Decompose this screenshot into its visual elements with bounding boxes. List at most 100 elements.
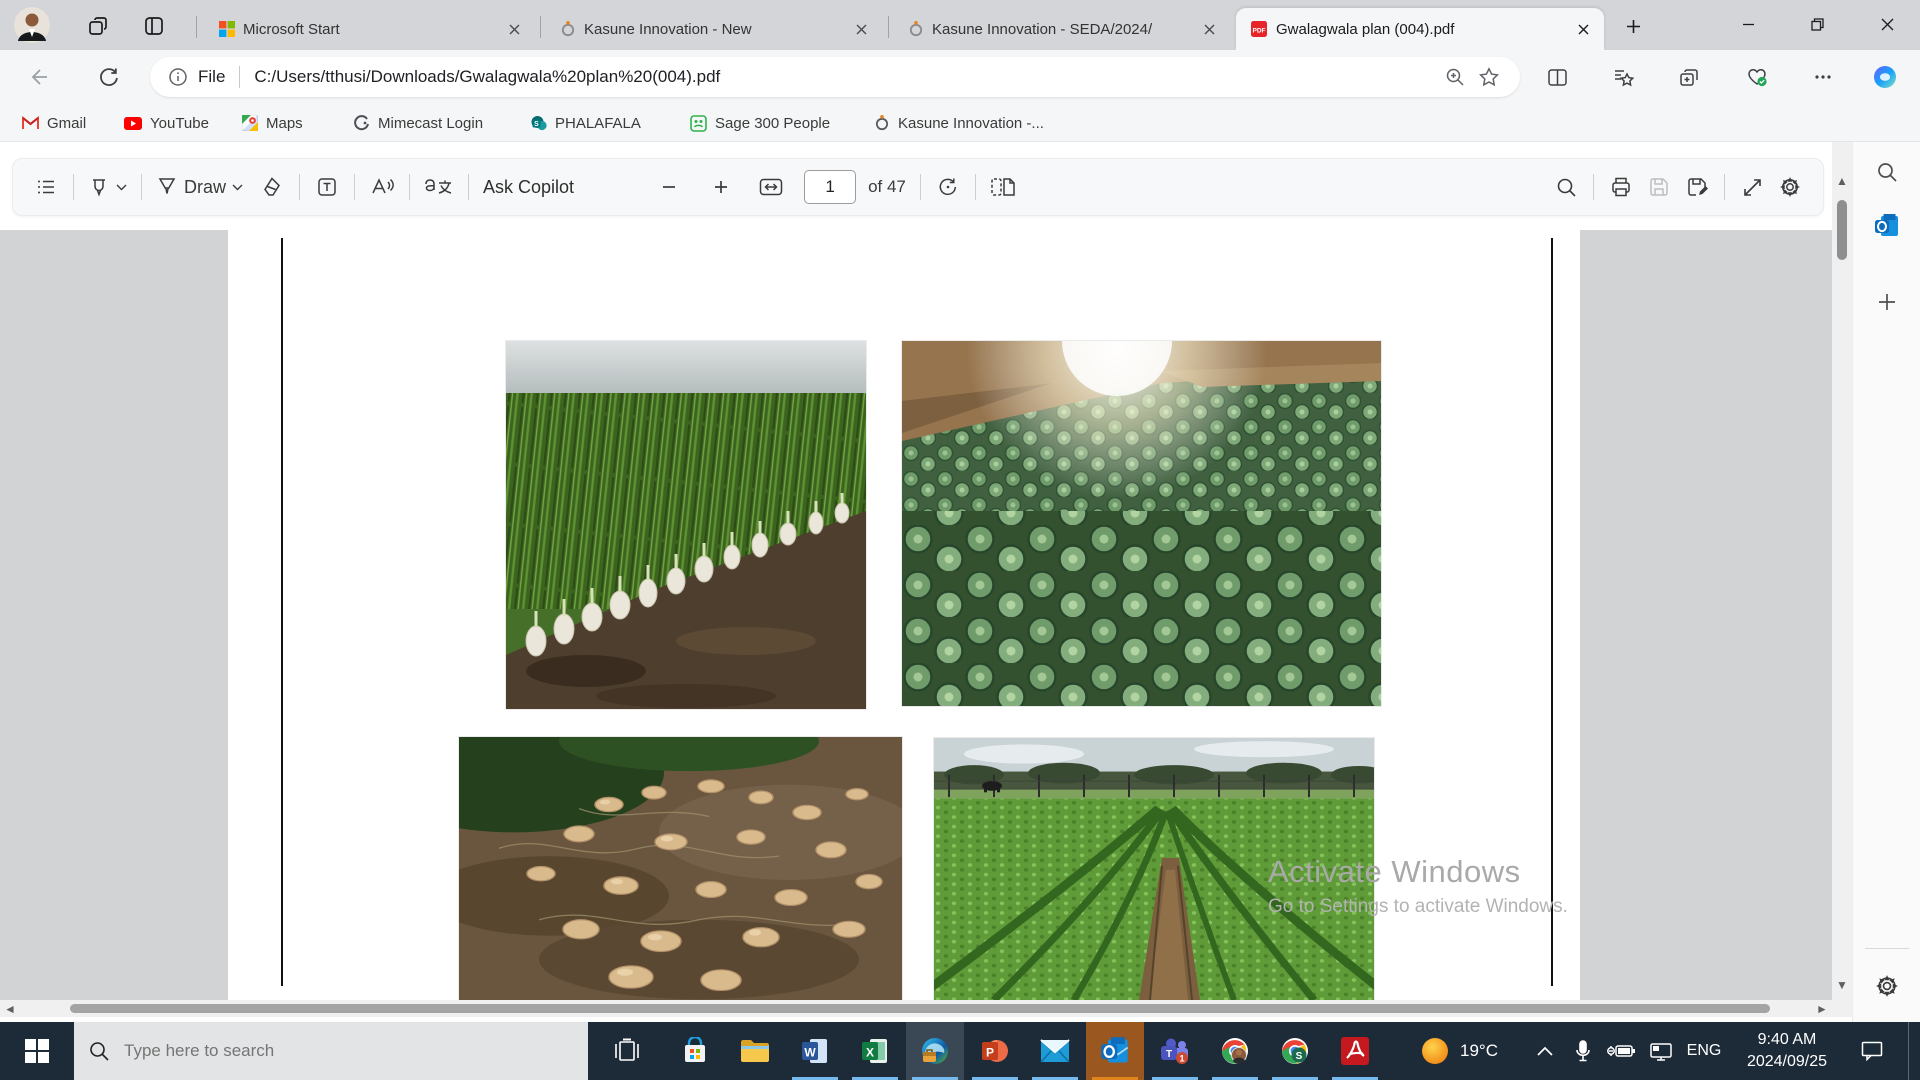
close-window-button[interactable] [1857, 0, 1917, 48]
new-tab-button[interactable] [1620, 13, 1646, 39]
profile-avatar[interactable] [14, 7, 50, 48]
read-aloud-button[interactable] [363, 168, 401, 206]
tab-kasune-seda[interactable]: Kasune Innovation - SEDA/2024/ [894, 8, 1230, 50]
tab-microsoft-start[interactable]: Microsoft Start [205, 8, 535, 50]
refresh-button[interactable] [92, 60, 126, 94]
split-screen-button[interactable] [1540, 60, 1574, 94]
scroll-up-arrow[interactable]: ▲ [1836, 174, 1848, 188]
page-number-input[interactable]: 1 [804, 170, 856, 204]
onion-field-photo [506, 341, 866, 709]
zoom-in-button[interactable] [702, 168, 740, 206]
horizontal-scroll-thumb[interactable] [70, 1004, 1770, 1013]
heart-check-icon [1746, 66, 1768, 88]
page-view-button[interactable] [984, 168, 1022, 206]
translate-button[interactable] [418, 168, 460, 206]
close-tab-icon[interactable] [1572, 18, 1594, 40]
address-bar[interactable]: File C:/Users/tthusi/Downloads/Gwalagwal… [150, 57, 1520, 97]
favorites-hub-button[interactable] [1606, 60, 1640, 94]
taskbar-edge-work-app[interactable] [906, 1022, 964, 1080]
taskbar-excel-app[interactable]: X [846, 1022, 904, 1080]
restore-button[interactable] [1787, 0, 1847, 48]
close-tab-icon[interactable] [850, 18, 872, 40]
leafy-greens-field-photo [934, 738, 1374, 1000]
taskbar-mail-app[interactable] [1026, 1022, 1084, 1080]
sidebar-add-button[interactable] [1869, 284, 1905, 320]
bookmark-sage[interactable]: Sage 300 People [684, 109, 836, 137]
bookmark-youtube[interactable]: YouTube [118, 109, 215, 137]
taskbar-outlook-app[interactable] [1086, 1022, 1144, 1080]
zoom-in-page-icon[interactable] [1438, 60, 1472, 94]
action-center-button[interactable] [1850, 1022, 1894, 1080]
page-info-icon[interactable] [168, 67, 188, 87]
zoom-out-button[interactable] [650, 168, 688, 206]
windows-logo-icon [24, 1038, 50, 1064]
bookmark-phalafala[interactable]: S PHALAFALA [524, 109, 647, 137]
task-view-button[interactable] [598, 1022, 656, 1080]
scroll-left-arrow[interactable]: ◄ [4, 1002, 16, 1016]
taskbar-powerpoint-app[interactable]: P [966, 1022, 1024, 1080]
taskbar-word-app[interactable]: W [786, 1022, 844, 1080]
language-indicator[interactable]: ENG [1682, 1022, 1726, 1080]
taskbar-store-app[interactable] [666, 1022, 724, 1080]
erase-button[interactable] [253, 168, 291, 206]
add-text-button[interactable] [308, 168, 346, 206]
battery-tray-icon[interactable] [1602, 1022, 1640, 1080]
taskbar-search-box[interactable] [74, 1022, 588, 1080]
pdf-search-button[interactable] [1547, 168, 1585, 206]
taskbar-chrome-profile2-app[interactable]: S [1266, 1022, 1324, 1080]
pdf-viewer-container: Draw [0, 142, 1852, 1022]
taskbar-search-input[interactable] [124, 1041, 544, 1061]
rotate-button[interactable] [929, 168, 967, 206]
pdf-menu-button[interactable] [27, 168, 65, 206]
tab-actions-button[interactable] [84, 12, 112, 40]
taskbar-teams-app[interactable]: T 1 [1146, 1022, 1204, 1080]
scroll-right-arrow[interactable]: ► [1816, 1002, 1828, 1016]
divider [409, 174, 410, 200]
pdf-settings-button[interactable] [1771, 168, 1809, 206]
bookmark-maps[interactable]: Maps [236, 109, 309, 137]
print-button[interactable] [1602, 168, 1640, 206]
sidebar-outlook-button[interactable] [1869, 208, 1905, 244]
bookmark-label: Mimecast Login [378, 115, 483, 132]
tab-title: Kasune Innovation - SEDA/2024/ [932, 21, 1190, 38]
bookmark-kasune[interactable]: Kasune Innovation -... [868, 109, 1050, 137]
collections-button[interactable] [1672, 60, 1706, 94]
clock-tray[interactable]: 9:40 AM 2024/09/25 [1728, 1022, 1846, 1080]
pdf-document-area[interactable]: Activate Windows Go to Settings to activ… [0, 230, 1832, 1000]
copilot-button[interactable] [1868, 60, 1902, 94]
bookmark-mimecast[interactable]: Mimecast Login [348, 109, 489, 137]
close-tab-icon[interactable] [1198, 18, 1220, 40]
taskbar-chrome-profile1-app[interactable] [1206, 1022, 1264, 1080]
back-button[interactable] [22, 60, 56, 94]
close-tab-icon[interactable] [503, 18, 525, 40]
tab-gwalagwala-pdf[interactable]: PDF Gwalagwala plan (004).pdf [1236, 8, 1604, 50]
sidebar-search-button[interactable] [1869, 154, 1905, 190]
sidebar-settings-button[interactable] [1869, 968, 1905, 1004]
fullscreen-button[interactable] [1733, 168, 1771, 206]
settings-more-button[interactable] [1806, 60, 1840, 94]
taskbar-file-explorer-app[interactable] [726, 1022, 784, 1080]
microphone-tray-icon[interactable] [1566, 1022, 1600, 1080]
highlight-button[interactable] [82, 168, 133, 206]
vertical-tabs-button[interactable] [140, 12, 168, 40]
start-button[interactable] [8, 1022, 66, 1080]
vertical-scrollbar[interactable]: ▲ ▼ [1832, 142, 1852, 1017]
tab-kasune-new[interactable]: Kasune Innovation - New [546, 8, 882, 50]
favorite-star-icon[interactable] [1472, 60, 1506, 94]
bookmark-gmail[interactable]: Gmail [16, 109, 92, 137]
taskbar-weather-widget[interactable]: 19°C [1404, 1022, 1514, 1080]
network-tray-icon[interactable] [1642, 1022, 1680, 1080]
save-button[interactable] [1640, 168, 1678, 206]
draw-button[interactable]: Draw [150, 168, 249, 206]
browser-essentials-button[interactable] [1740, 60, 1774, 94]
fit-to-width-button[interactable] [752, 168, 790, 206]
show-hidden-icons-button[interactable] [1528, 1022, 1562, 1080]
ask-copilot-button[interactable]: Ask Copilot [477, 168, 580, 206]
horizontal-scrollbar[interactable]: ◄ ► [0, 1000, 1832, 1017]
save-as-button[interactable] [1678, 168, 1716, 206]
taskbar-acrobat-app[interactable] [1326, 1022, 1384, 1080]
scroll-down-arrow[interactable]: ▼ [1836, 978, 1848, 992]
vertical-scroll-thumb[interactable] [1837, 200, 1847, 260]
minimize-button[interactable] [1718, 0, 1778, 48]
show-desktop-button[interactable] [1908, 1022, 1909, 1080]
